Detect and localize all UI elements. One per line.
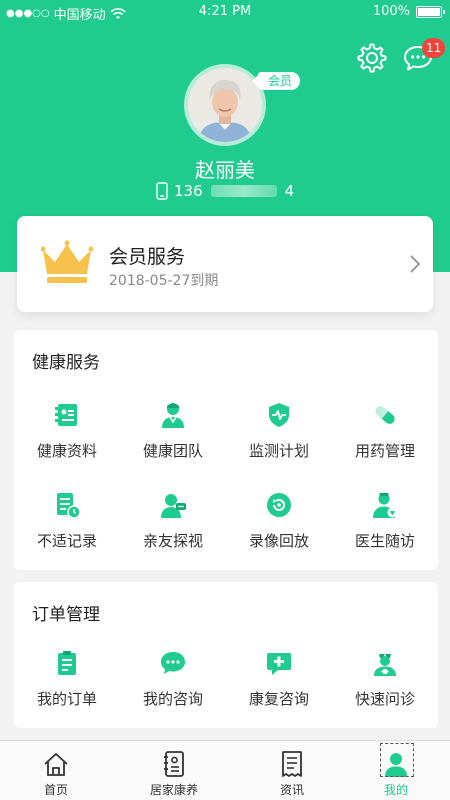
order-item-my-orders[interactable]: 我的订单 bbox=[14, 648, 120, 709]
tab-label: 居家康养 bbox=[149, 783, 198, 797]
phone-number: 136 4 bbox=[156, 182, 294, 200]
tab-home[interactable]: 首页 bbox=[0, 741, 112, 800]
health-item-label: 健康团队 bbox=[142, 442, 203, 460]
health-item-monitor[interactable]: 监测计划 bbox=[226, 400, 332, 461]
health-item-label: 亲友探视 bbox=[142, 532, 203, 550]
profile-card-icon bbox=[55, 404, 77, 426]
tab-label: 首页 bbox=[43, 783, 68, 797]
phone-suffix: 4 bbox=[284, 182, 295, 200]
order-clipboard-icon bbox=[58, 651, 76, 675]
order-item-label: 我的订单 bbox=[36, 690, 97, 708]
member-expire-date: 2018-05-27到期 bbox=[109, 273, 219, 289]
doctor-team-icon bbox=[162, 403, 184, 428]
news-icon bbox=[282, 751, 302, 777]
user-name: 赵丽美 bbox=[195, 158, 255, 182]
tab-news[interactable]: 资讯 bbox=[236, 741, 348, 800]
member-service-card[interactable]: 会员服务 2018-05-27到期 bbox=[17, 216, 433, 312]
health-item-label: 不适记录 bbox=[36, 532, 97, 550]
health-item-label: 医生随访 bbox=[354, 532, 415, 550]
order-item-label: 康复咨询 bbox=[248, 690, 309, 708]
health-item-label: 监测计划 bbox=[248, 442, 309, 460]
order-item-label: 快速问诊 bbox=[354, 690, 415, 708]
active-tab-focus-frame bbox=[380, 743, 414, 777]
health-item-visit[interactable]: 亲友探视 bbox=[120, 490, 226, 551]
health-service-panel: 健康服务 健康资料 健康团队 监测计划 用药管理 不适记录 亲友探视 录像回放 … bbox=[14, 330, 438, 570]
health-item-label: 健康资料 bbox=[36, 442, 97, 460]
battery-percent: 100% bbox=[372, 4, 410, 19]
tab-label: 我的 bbox=[383, 783, 408, 797]
health-item-team[interactable]: 健康团队 bbox=[120, 400, 226, 461]
home-care-icon bbox=[164, 751, 184, 777]
member-tag: 会员 bbox=[251, 72, 301, 90]
nurse-icon bbox=[374, 654, 396, 676]
health-item-medication[interactable]: 用药管理 bbox=[332, 400, 438, 461]
member-service-title: 会员服务 bbox=[109, 246, 186, 268]
heart-shield-icon bbox=[269, 403, 289, 427]
health-item-discomfort[interactable]: 不适记录 bbox=[14, 490, 120, 551]
doctor-followup-icon bbox=[373, 493, 398, 518]
order-item-quick-consult[interactable]: 快速问诊 bbox=[332, 648, 438, 709]
rehab-chat-icon bbox=[267, 653, 291, 675]
health-item-followup[interactable]: 医生随访 bbox=[332, 490, 438, 551]
family-chat-icon bbox=[161, 494, 186, 518]
settings-gear-icon[interactable] bbox=[356, 42, 388, 74]
phone-icon bbox=[156, 182, 168, 200]
health-item-profile[interactable]: 健康资料 bbox=[14, 400, 120, 461]
chat-bubble-icon bbox=[161, 652, 185, 674]
order-item-rehab-consult[interactable]: 康复咨询 bbox=[226, 648, 332, 709]
order-management-title: 订单管理 bbox=[32, 605, 100, 625]
avatar-photo bbox=[188, 68, 262, 142]
message-count-badge: 11 bbox=[422, 38, 446, 58]
replay-icon bbox=[267, 493, 291, 517]
order-item-my-consult[interactable]: 我的咨询 bbox=[120, 648, 226, 709]
battery-icon bbox=[416, 5, 445, 18]
status-bar: ●●●○○ 中国移动 4:21 PM 100% bbox=[0, 0, 450, 24]
record-clock-icon bbox=[57, 493, 81, 519]
tab-label: 资讯 bbox=[279, 783, 304, 797]
order-item-label: 我的咨询 bbox=[142, 690, 203, 708]
phone-prefix: 136 bbox=[174, 182, 203, 200]
crown-icon bbox=[41, 240, 93, 283]
health-service-title: 健康服务 bbox=[32, 353, 100, 373]
health-item-label: 用药管理 bbox=[354, 442, 415, 460]
pill-icon bbox=[375, 406, 395, 424]
health-item-label: 录像回放 bbox=[248, 532, 309, 550]
home-icon bbox=[44, 753, 68, 776]
phone-masked-digits bbox=[210, 185, 277, 197]
chevron-right-icon bbox=[410, 255, 421, 273]
tab-home-care[interactable]: 居家康养 bbox=[118, 741, 230, 800]
health-item-replay[interactable]: 录像回放 bbox=[226, 490, 332, 551]
order-management-panel: 订单管理 我的订单 我的咨询 康复咨询 快速问诊 bbox=[14, 582, 438, 728]
